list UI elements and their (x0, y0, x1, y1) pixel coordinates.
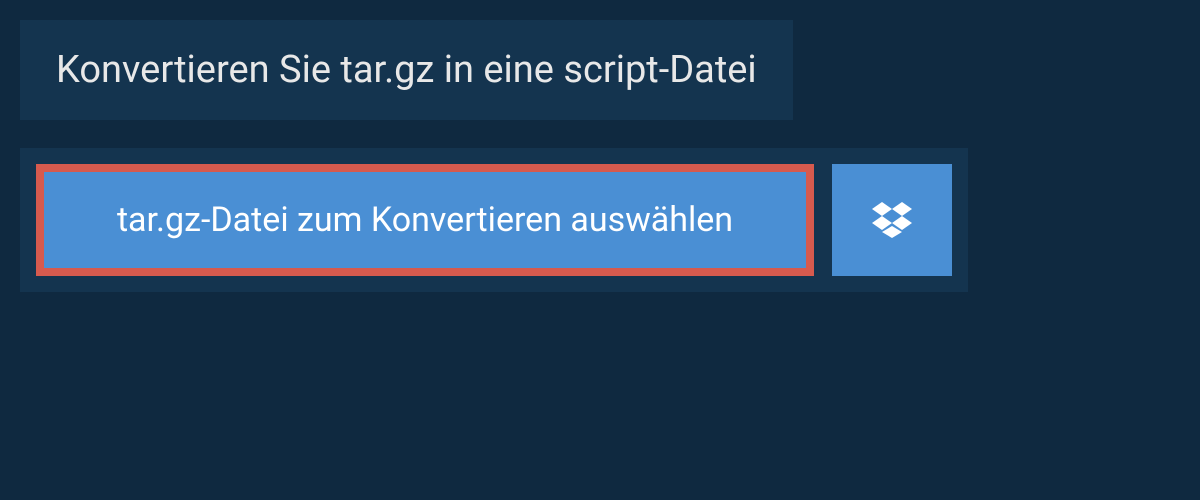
select-file-label: tar.gz-Datei zum Konvertieren auswählen (117, 200, 733, 240)
dropbox-button[interactable] (832, 164, 952, 276)
header-bar: Konvertieren Sie tar.gz in eine script-D… (20, 20, 793, 120)
page-title: Konvertieren Sie tar.gz in eine script-D… (56, 48, 757, 92)
upload-section: tar.gz-Datei zum Konvertieren auswählen (20, 148, 968, 292)
main-container: Konvertieren Sie tar.gz in eine script-D… (0, 0, 1200, 292)
dropbox-icon (872, 202, 912, 238)
select-file-button[interactable]: tar.gz-Datei zum Konvertieren auswählen (36, 164, 814, 276)
